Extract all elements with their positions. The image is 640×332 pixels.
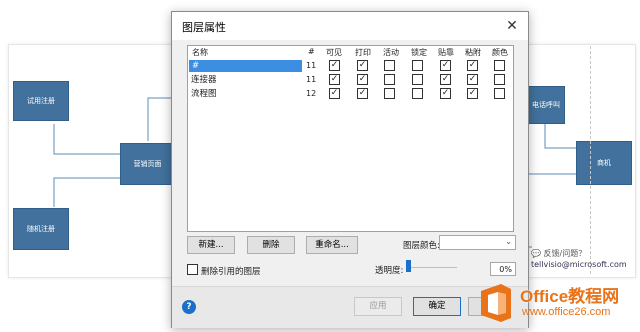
- layer-glue-checkbox[interactable]: ✓: [467, 88, 478, 99]
- column-header-glue: 粘附: [465, 48, 481, 57]
- column-header-active: 活动: [383, 48, 399, 57]
- layer-row[interactable]: 连接器 11 ✓ ✓ ✓ ✓: [188, 74, 513, 87]
- remove-unreferenced-checkbox[interactable]: [187, 264, 198, 275]
- watermark-title: Office教程网: [520, 287, 620, 306]
- layer-color-label: 图层颜色:: [403, 241, 440, 251]
- page-divider-line: [590, 46, 591, 274]
- feedback-link[interactable]: 💬 反馈/问题？ tellvisio@microsoft.com: [531, 248, 627, 270]
- layers-list[interactable]: 名称 # 可见 打印 活动 锁定 贴靠 粘附 颜色 #11 ✓ ✓ ✓ ✓ 连接器 11 ✓ ✓…: [187, 45, 514, 232]
- layer-print-checkbox[interactable]: ✓: [357, 88, 368, 99]
- layer-visible-checkbox[interactable]: ✓: [329, 74, 340, 85]
- layer-lock-checkbox[interactable]: [412, 88, 423, 99]
- feedback-email: tellvisio@microsoft.com: [531, 260, 627, 269]
- apply-button[interactable]: 应用: [354, 297, 402, 316]
- help-icon[interactable]: ?: [182, 300, 196, 314]
- shape-marketing-page: 营销页面: [120, 143, 175, 185]
- layer-active-checkbox[interactable]: [384, 88, 395, 99]
- watermark-url: www.office26.com: [522, 306, 611, 318]
- layer-shape-count: 11: [306, 75, 317, 84]
- layer-color-checkbox[interactable]: [494, 74, 505, 85]
- connector-line: [53, 124, 120, 155]
- layer-snap-checkbox[interactable]: ✓: [440, 74, 451, 85]
- layer-snap-checkbox[interactable]: ✓: [440, 88, 451, 99]
- connector-line: [147, 97, 171, 141]
- new-layer-button[interactable]: 新建...: [187, 236, 235, 254]
- ok-button[interactable]: 确定: [413, 297, 461, 316]
- layer-active-checkbox[interactable]: [384, 74, 395, 85]
- shape-trial-signup: 试用注册: [13, 81, 69, 121]
- watermark: Office教程网 www.office26.com: [473, 270, 640, 332]
- layer-name[interactable]: #: [189, 60, 302, 72]
- transparency-label: 透明度:: [375, 266, 404, 276]
- layer-visible-checkbox[interactable]: ✓: [329, 88, 340, 99]
- layer-color-checkbox[interactable]: [494, 60, 505, 71]
- transparency-slider-thumb[interactable]: [406, 260, 411, 272]
- layer-color-checkbox[interactable]: [494, 88, 505, 99]
- column-header-count: #: [308, 47, 315, 56]
- layer-row[interactable]: 流程图 12 ✓ ✓ ✓ ✓: [188, 88, 513, 101]
- layer-shape-count: 11: [306, 61, 317, 70]
- column-header-lock: 锁定: [411, 48, 427, 57]
- feedback-icon: 💬: [531, 249, 541, 258]
- layer-print-checkbox[interactable]: ✓: [357, 60, 368, 71]
- dialog-title: 图层属性: [182, 21, 226, 34]
- office-logo-icon: [481, 284, 511, 322]
- layer-lock-checkbox[interactable]: [412, 74, 423, 85]
- connector-line: [53, 177, 120, 207]
- close-icon[interactable]: ✕: [502, 16, 522, 36]
- column-header-snap: 贴靠: [438, 48, 454, 57]
- layer-shape-count: 12: [306, 89, 317, 98]
- layer-name[interactable]: 连接器: [191, 74, 217, 86]
- shape-phone-call: 电话呼叫: [527, 86, 565, 124]
- layer-glue-checkbox[interactable]: ✓: [467, 60, 478, 71]
- layer-print-checkbox[interactable]: ✓: [357, 74, 368, 85]
- layer-row[interactable]: #11 ✓ ✓ ✓ ✓: [188, 60, 513, 73]
- chevron-down-icon: ⌄: [505, 237, 512, 246]
- layer-glue-checkbox[interactable]: ✓: [467, 74, 478, 85]
- layer-lock-checkbox[interactable]: [412, 60, 423, 71]
- column-header-color: 颜色: [492, 48, 508, 57]
- shape-random-signup: 随机注册: [13, 208, 69, 250]
- column-header-visible: 可见: [326, 48, 342, 57]
- layer-name[interactable]: 流程图: [191, 88, 217, 100]
- column-header-print: 打印: [355, 48, 371, 57]
- delete-layer-button[interactable]: 删除: [247, 236, 295, 254]
- feedback-text: 反馈/问题？: [543, 249, 587, 258]
- transparency-slider[interactable]: [407, 267, 457, 268]
- layer-color-select[interactable]: ⌄: [439, 235, 516, 250]
- remove-unreferenced-label: 删除引用的图层: [201, 267, 261, 277]
- layer-visible-checkbox[interactable]: ✓: [329, 60, 340, 71]
- shape-opportunity: 商机: [576, 141, 632, 185]
- dialog-titlebar: 图层属性 ✕: [172, 12, 528, 40]
- layer-active-checkbox[interactable]: [384, 60, 395, 71]
- layer-snap-checkbox[interactable]: ✓: [440, 60, 451, 71]
- column-header-name: 名称: [192, 48, 208, 57]
- rename-layer-button[interactable]: 重命名...: [306, 236, 358, 254]
